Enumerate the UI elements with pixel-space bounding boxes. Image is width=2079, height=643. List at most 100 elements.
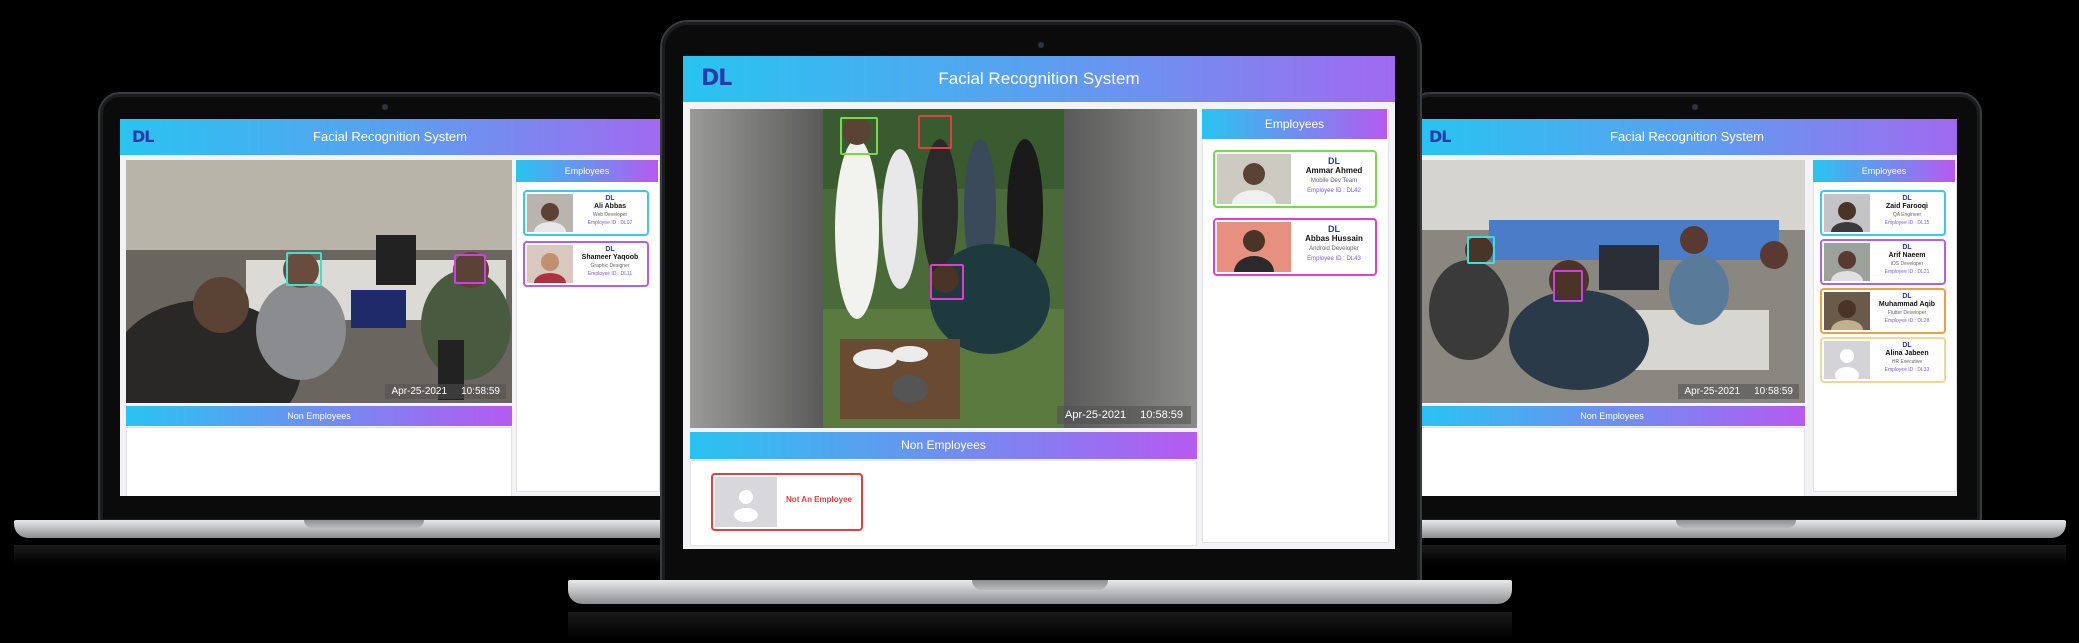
face-box (930, 264, 964, 300)
center-screen: DL Facial Recognition System Apr-25-2021… (683, 56, 1395, 549)
employee-card[interactable]: DL Arif Naeem iOS Developer Employee ID … (1820, 239, 1946, 285)
center-camera (1038, 42, 1044, 48)
company-logo-icon: DL (1902, 293, 1912, 300)
employee-role: Web Developer (592, 212, 628, 218)
employee-id: Employee ID : DL07 (587, 220, 633, 226)
employees-heading: Employees (1264, 117, 1325, 131)
employees-heading: Employees (1861, 166, 1907, 176)
time-label: 10:58:59 (1754, 386, 1793, 397)
face-box (840, 117, 878, 155)
employees-heading: Employees (564, 166, 610, 176)
employee-role: iOS Developer (1890, 261, 1924, 267)
time-label: 10:58:59 (461, 386, 500, 397)
app-header: DL Facial Recognition System (683, 56, 1395, 102)
app-title: Facial Recognition System (313, 129, 467, 144)
timestamp: Apr-25-2021 10:58:59 (385, 384, 506, 399)
employee-role: Mobile Dev Team (1310, 178, 1358, 184)
non-employee-card[interactable]: Not An Employee (711, 473, 863, 531)
non-employees-heading: Non Employees (901, 438, 986, 452)
employee-photo (1824, 341, 1870, 379)
right-screen: DL Facial Recognition System Apr-25-2021… (1417, 119, 1957, 496)
timestamp: Apr-25-2021 10:58:59 (1057, 406, 1191, 424)
employee-id: Employee ID : DL43 (1307, 256, 1361, 262)
logo-icon: DL (1429, 127, 1452, 146)
date-label: Apr-25-2021 (391, 386, 448, 397)
face-box (1467, 236, 1495, 264)
camera-feed[interactable]: Apr-25-2021 10:58:59 (690, 109, 1197, 428)
employee-card[interactable]: DL Muhammad Aqib Flutter Developer Emplo… (1820, 288, 1946, 334)
employee-photo (527, 194, 573, 232)
face-box (286, 252, 322, 286)
employee-id: Employee ID : DL42 (1307, 188, 1361, 194)
company-logo-icon: DL (605, 246, 615, 253)
logo-icon: DL (701, 66, 732, 91)
non-employees-bar: Non Employees (1419, 406, 1805, 426)
face-box (1553, 270, 1583, 302)
employee-card[interactable]: DL Zaid Farooqi QA Engineer Employee ID … (1820, 190, 1946, 236)
employee-name: Arif Naeem (1888, 252, 1926, 259)
time-label: 10:58:59 (1140, 409, 1183, 421)
timestamp: Apr-25-2021 10:58:59 (1678, 384, 1799, 399)
date-label: Apr-25-2021 (1684, 386, 1741, 397)
employee-photo (1824, 194, 1870, 232)
employee-card[interactable]: DL Abbas Hussain Android Developer Emplo… (1213, 218, 1377, 276)
camera-feed[interactable]: Apr-25-2021 10:58:59 (1419, 160, 1805, 403)
office-scene-image (1419, 160, 1805, 403)
employee-photo (1824, 292, 1870, 330)
company-logo-icon: DL (1902, 244, 1912, 251)
app-title: Facial Recognition System (938, 69, 1140, 88)
employees-bar: Employees (1813, 160, 1955, 182)
employee-name: Ali Abbas (593, 203, 627, 210)
face-box (918, 115, 952, 149)
employee-name: Zaid Farooqi (1886, 203, 1928, 210)
employee-name: Ammar Ahmed (1305, 166, 1363, 175)
non-employee-label: Not An Employee (786, 495, 852, 504)
employees-bar: Employees (516, 160, 658, 182)
date-label: Apr-25-2021 (1065, 409, 1127, 421)
employee-role: Android Developer (1309, 246, 1359, 252)
employee-name: Muhammad Aqib (1878, 301, 1936, 308)
non-employees-bar: Non Employees (126, 406, 512, 426)
face-box (454, 254, 486, 284)
employee-name: Abbas Hussain (1305, 234, 1363, 243)
non-employees-heading: Non Employees (1580, 411, 1644, 421)
employee-photo (1217, 154, 1291, 204)
employee-id: Employee ID : DL21 (1884, 269, 1930, 275)
company-logo-icon: DL (1902, 195, 1912, 202)
employee-id: Employee ID : DL28 (1884, 318, 1930, 324)
employee-role: HR Executive (1891, 359, 1923, 365)
employee-id: Employee ID : DL33 (1884, 367, 1930, 373)
non-employees-panel (126, 427, 512, 496)
employee-card[interactable]: DL Ali Abbas Web Developer Employee ID :… (523, 190, 649, 236)
company-logo-icon: DL (1902, 342, 1912, 349)
employee-name: Alina Jabeen (1885, 350, 1929, 357)
company-logo-icon: DL (1328, 156, 1340, 166)
employee-name: Shameer Yaqoob (581, 254, 639, 261)
employee-role: QA Engineer (1892, 212, 1922, 218)
app-header: DL Facial Recognition System (1417, 119, 1957, 155)
left-screen: DL Facial Recognition System Apr-25-2021… (120, 119, 660, 496)
employee-id: Employee ID : DL15 (1884, 220, 1930, 226)
app-title: Facial Recognition System (1610, 129, 1764, 144)
right-camera (1692, 104, 1698, 110)
unknown-person-photo (715, 477, 777, 527)
company-logo-icon: DL (1328, 224, 1340, 234)
right-laptop-base (1386, 520, 2066, 538)
non-employees-bar: Non Employees (690, 432, 1197, 459)
left-laptop-base (14, 520, 694, 538)
employee-card[interactable]: DL Alina Jabeen HR Executive Employee ID… (1820, 337, 1946, 383)
employee-role: Flutter Developer (1887, 310, 1927, 316)
non-employees-panel (1419, 427, 1805, 496)
employee-photo (1217, 222, 1291, 272)
employee-role: Graphic Designer (590, 263, 630, 269)
employee-card[interactable]: DL Shameer Yaqoob Graphic Designer Emplo… (523, 241, 649, 287)
employee-id: Employee ID : DL11 (587, 271, 633, 277)
employee-photo (527, 245, 573, 283)
logo-icon: DL (132, 127, 155, 146)
center-laptop-base (568, 580, 1512, 604)
employees-bar: Employees (1202, 109, 1387, 139)
camera-feed[interactable]: Apr-25-2021 10:58:59 (126, 160, 512, 403)
company-logo-icon: DL (605, 195, 615, 202)
employee-card[interactable]: DL Ammar Ahmed Mobile Dev Team Employee … (1213, 150, 1377, 208)
employee-photo (1824, 243, 1870, 281)
